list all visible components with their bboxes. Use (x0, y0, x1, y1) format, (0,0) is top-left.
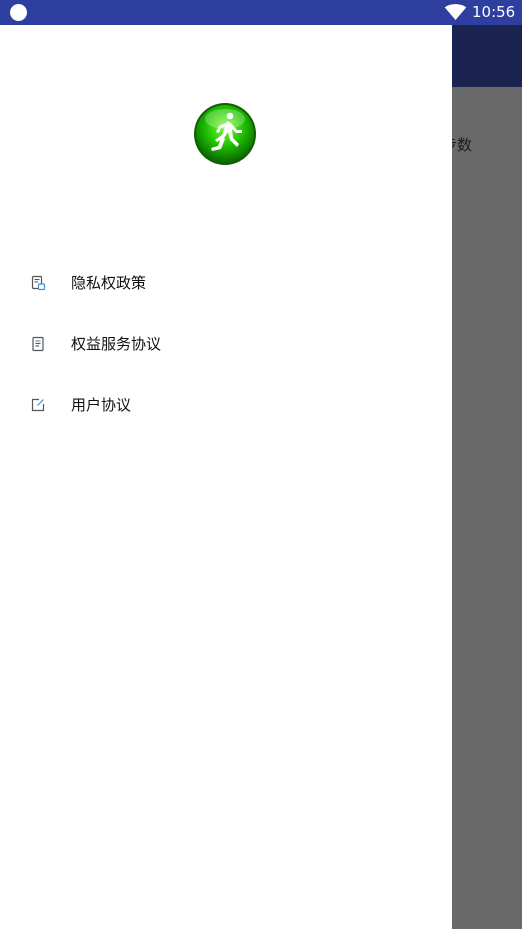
navigation-drawer: 隐私权政策 权益服务协议 用户协议 (0, 25, 452, 929)
background-screen-scrim[interactable]: 步数 (442, 25, 522, 929)
privacy-document-icon (31, 275, 46, 291)
background-app-bar (452, 25, 522, 87)
menu-item-label: 隐私权政策 (71, 274, 147, 292)
notification-circle-icon (10, 4, 27, 21)
menu-item-label: 用户协议 (71, 396, 132, 414)
menu-item-privacy-policy[interactable]: 隐私权政策 (0, 257, 452, 309)
runner-logo-icon (194, 103, 256, 165)
menu-item-user-agreement[interactable]: 用户协议 (0, 379, 452, 431)
wifi-icon (444, 4, 467, 21)
edit-document-icon (31, 398, 45, 412)
menu-item-label: 权益服务协议 (71, 335, 162, 353)
document-icon (32, 336, 44, 352)
status-clock: 10:56 (472, 3, 516, 21)
menu-item-rights-service-agreement[interactable]: 权益服务协议 (0, 318, 452, 370)
status-bar: 10:56 (0, 0, 522, 25)
